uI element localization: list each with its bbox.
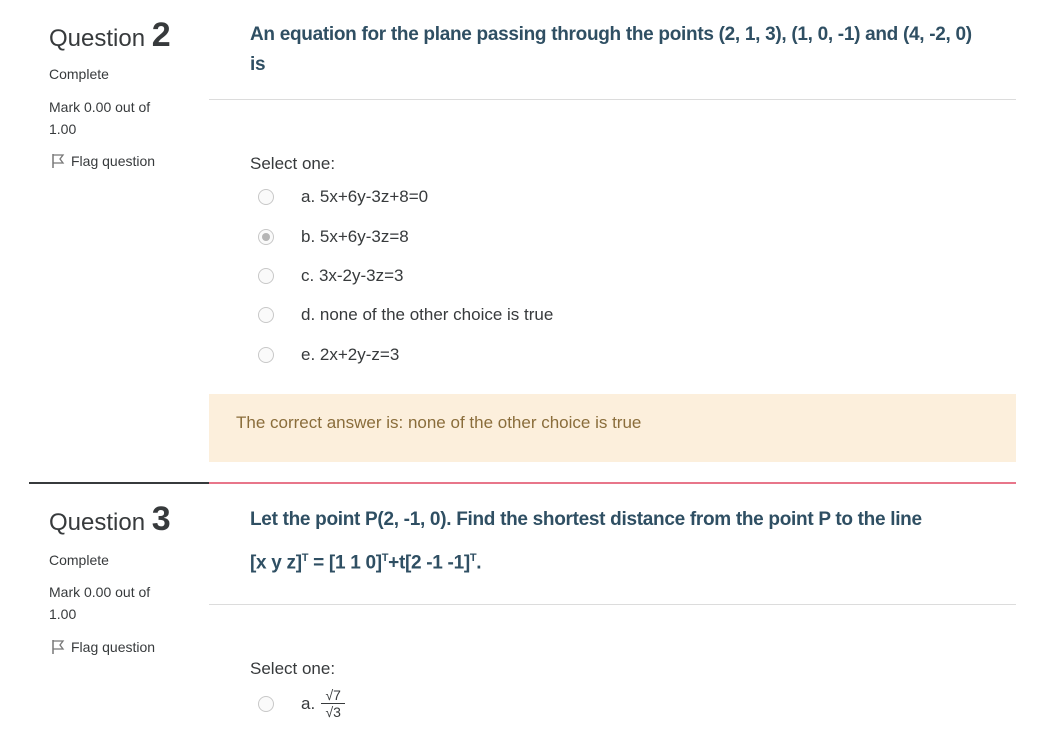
fraction: √7 √3 bbox=[321, 687, 346, 720]
flag-question-label: Flag question bbox=[71, 153, 156, 169]
question-2-text: An equation for the plane passing throug… bbox=[250, 24, 972, 75]
flag-icon bbox=[51, 639, 65, 655]
flag-question-button[interactable]: Flag question bbox=[51, 639, 155, 655]
option-label: b. 5x+6y-3z=8 bbox=[301, 227, 409, 246]
radio-button-selected[interactable] bbox=[258, 229, 274, 245]
text-segment: +t[2 -1 -1] bbox=[388, 552, 470, 574]
flag-question-label: Flag question bbox=[71, 639, 156, 655]
text-segment: [x y z] bbox=[250, 552, 302, 574]
question-2-title: Question 2 bbox=[49, 16, 171, 55]
radio-button[interactable] bbox=[258, 695, 274, 712]
radio-button[interactable] bbox=[258, 268, 274, 284]
option-label: d. none of the other choice is true bbox=[301, 305, 554, 324]
option-label: e. 2x+2y-z=3 bbox=[301, 345, 400, 364]
fraction-numerator: √7 bbox=[325, 687, 341, 703]
question-3-text: Let the point P(2, -1, 0). Find the shor… bbox=[250, 505, 990, 578]
question-number: 2 bbox=[151, 16, 171, 54]
question-label: Question bbox=[49, 25, 146, 52]
text-segment: . bbox=[476, 552, 482, 574]
text-segment: = [1 1 0] bbox=[308, 552, 382, 574]
question-separator-left bbox=[29, 482, 209, 484]
fraction-denominator: √3 bbox=[325, 704, 341, 720]
option-a[interactable]: a. √7 √3 bbox=[258, 687, 346, 720]
radio-button[interactable] bbox=[258, 307, 274, 323]
question-separator-right bbox=[209, 482, 1016, 484]
option-d[interactable]: d. none of the other choice is true bbox=[258, 305, 553, 325]
question-label: Question bbox=[49, 509, 146, 536]
divider bbox=[209, 99, 1016, 100]
option-label: c. 3x-2y-3z=3 bbox=[301, 266, 404, 285]
question-mark: Mark 0.00 out of 1.00 bbox=[49, 584, 151, 622]
select-one-label: Select one: bbox=[250, 154, 336, 173]
radio-button[interactable] bbox=[258, 189, 274, 205]
option-e[interactable]: e. 2x+2y-z=3 bbox=[258, 345, 399, 365]
question-state: Complete bbox=[49, 552, 109, 568]
question-3-title: Question 3 bbox=[49, 500, 171, 539]
flag-icon bbox=[51, 153, 65, 169]
radio-button[interactable] bbox=[258, 347, 274, 363]
option-b[interactable]: b. 5x+6y-3z=8 bbox=[258, 227, 409, 247]
divider bbox=[209, 604, 1016, 605]
option-label: a. 5x+6y-3z+8=0 bbox=[301, 187, 429, 206]
feedback-box: The correct answer is: none of the other… bbox=[209, 394, 1016, 462]
question-3-text-line1: Let the point P(2, -1, 0). Find the shor… bbox=[250, 509, 922, 530]
question-3-text-line2: [x y z]T = [1 1 0]T+t[2 -1 -1]T. bbox=[250, 543, 990, 578]
flag-question-button[interactable]: Flag question bbox=[51, 153, 155, 169]
correct-answer-text: The correct answer is: none of the other… bbox=[236, 413, 642, 432]
option-c[interactable]: c. 3x-2y-3z=3 bbox=[258, 266, 404, 286]
question-mark: Mark 0.00 out of 1.00 bbox=[49, 99, 151, 137]
question-state: Complete bbox=[49, 66, 109, 82]
question-number: 3 bbox=[151, 500, 171, 538]
select-one-label: Select one: bbox=[250, 659, 336, 678]
option-letter: a. bbox=[301, 693, 316, 713]
option-a[interactable]: a. 5x+6y-3z+8=0 bbox=[258, 187, 428, 207]
